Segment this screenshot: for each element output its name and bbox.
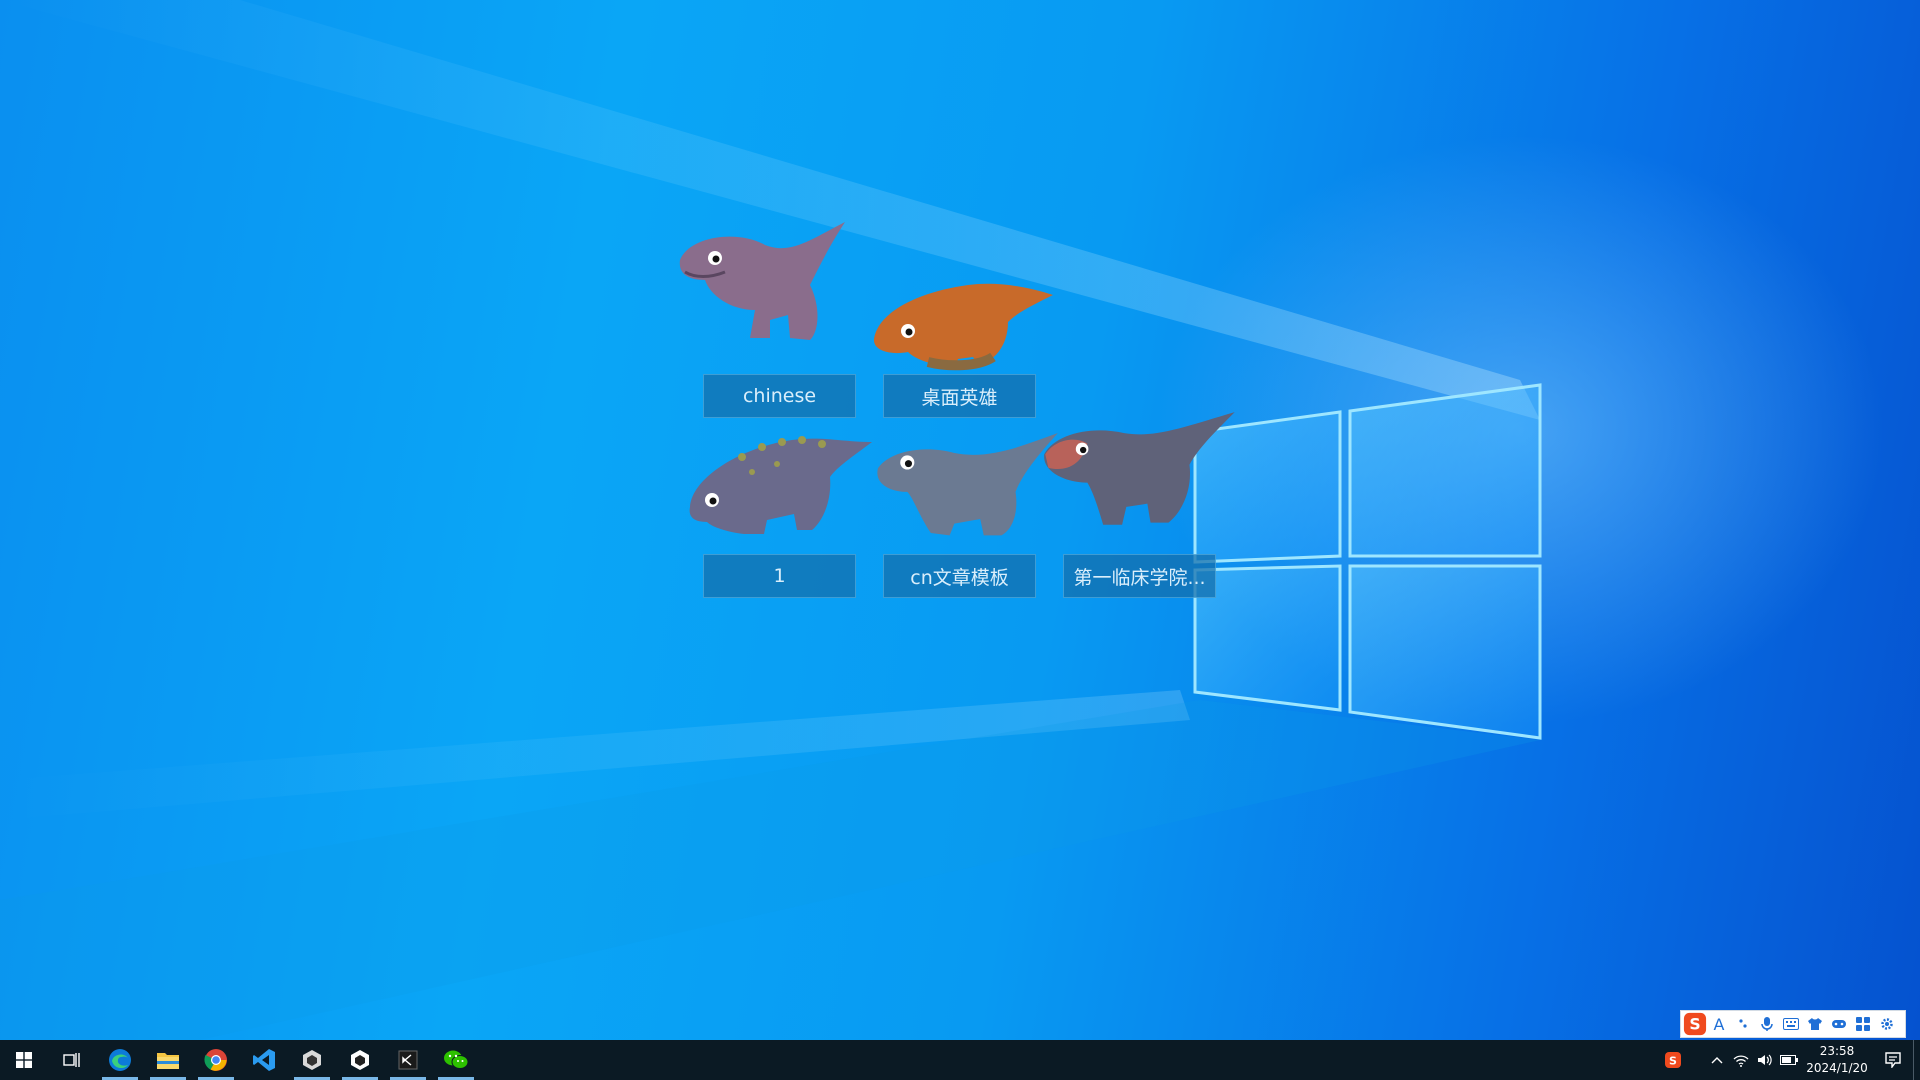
clock-time: 23:58: [1801, 1043, 1873, 1060]
taskbar-app-unity[interactable]: [288, 1040, 336, 1080]
taskbar-app-visual-studio[interactable]: [384, 1040, 432, 1080]
action-center-button[interactable]: [1873, 1040, 1913, 1080]
show-hidden-icons-chevron-icon[interactable]: [1705, 1040, 1729, 1080]
keyboard-icon[interactable]: [1779, 1011, 1803, 1037]
taskbar-app-file-explorer[interactable]: [144, 1040, 192, 1080]
taskbar-app-unity-hub[interactable]: [336, 1040, 384, 1080]
vscode-icon: [252, 1048, 276, 1072]
unity-hub-icon: [349, 1049, 371, 1071]
settings-gear-icon[interactable]: [1875, 1011, 1899, 1037]
microphone-icon[interactable]: [1755, 1011, 1779, 1037]
sogou-logo-icon[interactable]: S: [1683, 1011, 1707, 1037]
taskbar-app-wechat[interactable]: [432, 1040, 480, 1080]
system-tray: S 23:58 2024/1/20: [1661, 1040, 1920, 1080]
taskbar-app-vscode[interactable]: [240, 1040, 288, 1080]
dinosaur-pet-orange[interactable]: [868, 252, 1068, 392]
windows-start-icon: [16, 1052, 32, 1068]
tray-sogou-icon[interactable]: S: [1661, 1040, 1685, 1080]
volume-icon[interactable]: [1753, 1040, 1777, 1080]
wechat-icon: [443, 1049, 469, 1071]
taskbar-clock[interactable]: 23:58 2024/1/20: [1801, 1043, 1873, 1077]
dinosaur-pet-spiky[interactable]: [682, 412, 882, 552]
taskbar: S 23:58 2024/1/20: [0, 1040, 1920, 1080]
ime-toolbar[interactable]: S A: [1680, 1010, 1906, 1038]
file-explorer-icon: [156, 1050, 180, 1070]
taskbar-app-chrome[interactable]: [192, 1040, 240, 1080]
svg-text:S: S: [1689, 1015, 1700, 1034]
dinosaur-pet-purple[interactable]: [670, 210, 870, 350]
toolbox-grid-icon[interactable]: [1851, 1011, 1875, 1037]
notification-icon: [1885, 1052, 1901, 1068]
desktop[interactable]: chinese 桌面英雄 1 cn文章模板 第一临床学院...: [0, 0, 1920, 1040]
desktop-folder-cn-article-template[interactable]: cn文章模板: [883, 554, 1036, 598]
edge-icon: [108, 1048, 132, 1072]
visual-studio-icon: [398, 1050, 418, 1070]
show-desktop-button[interactable]: [1913, 1040, 1920, 1080]
svg-text:S: S: [1669, 1055, 1677, 1068]
ime-mode-label[interactable]: A: [1707, 1011, 1731, 1037]
task-view-button[interactable]: [48, 1040, 96, 1080]
skin-shirt-icon[interactable]: [1803, 1011, 1827, 1037]
unity-icon: [301, 1049, 323, 1071]
taskbar-app-edge[interactable]: [96, 1040, 144, 1080]
desktop-folder-chinese[interactable]: chinese: [703, 374, 856, 418]
clock-date: 2024/1/20: [1801, 1060, 1873, 1077]
desktop-folder-first-clinical-college[interactable]: 第一临床学院...: [1063, 554, 1216, 598]
chrome-icon: [204, 1048, 228, 1072]
windows-logo-wallpaper: [1190, 380, 1560, 750]
battery-icon[interactable]: [1777, 1040, 1801, 1080]
task-view-icon: [63, 1052, 81, 1068]
start-button[interactable]: [0, 1040, 48, 1080]
punctuation-icon[interactable]: [1731, 1011, 1755, 1037]
dinosaur-pet-red-grey[interactable]: [1040, 400, 1240, 540]
network-icon[interactable]: [1729, 1040, 1753, 1080]
gamepad-icon[interactable]: [1827, 1011, 1851, 1037]
desktop-folder-desktop-hero[interactable]: 桌面英雄: [883, 374, 1036, 418]
desktop-folder-1[interactable]: 1: [703, 554, 856, 598]
